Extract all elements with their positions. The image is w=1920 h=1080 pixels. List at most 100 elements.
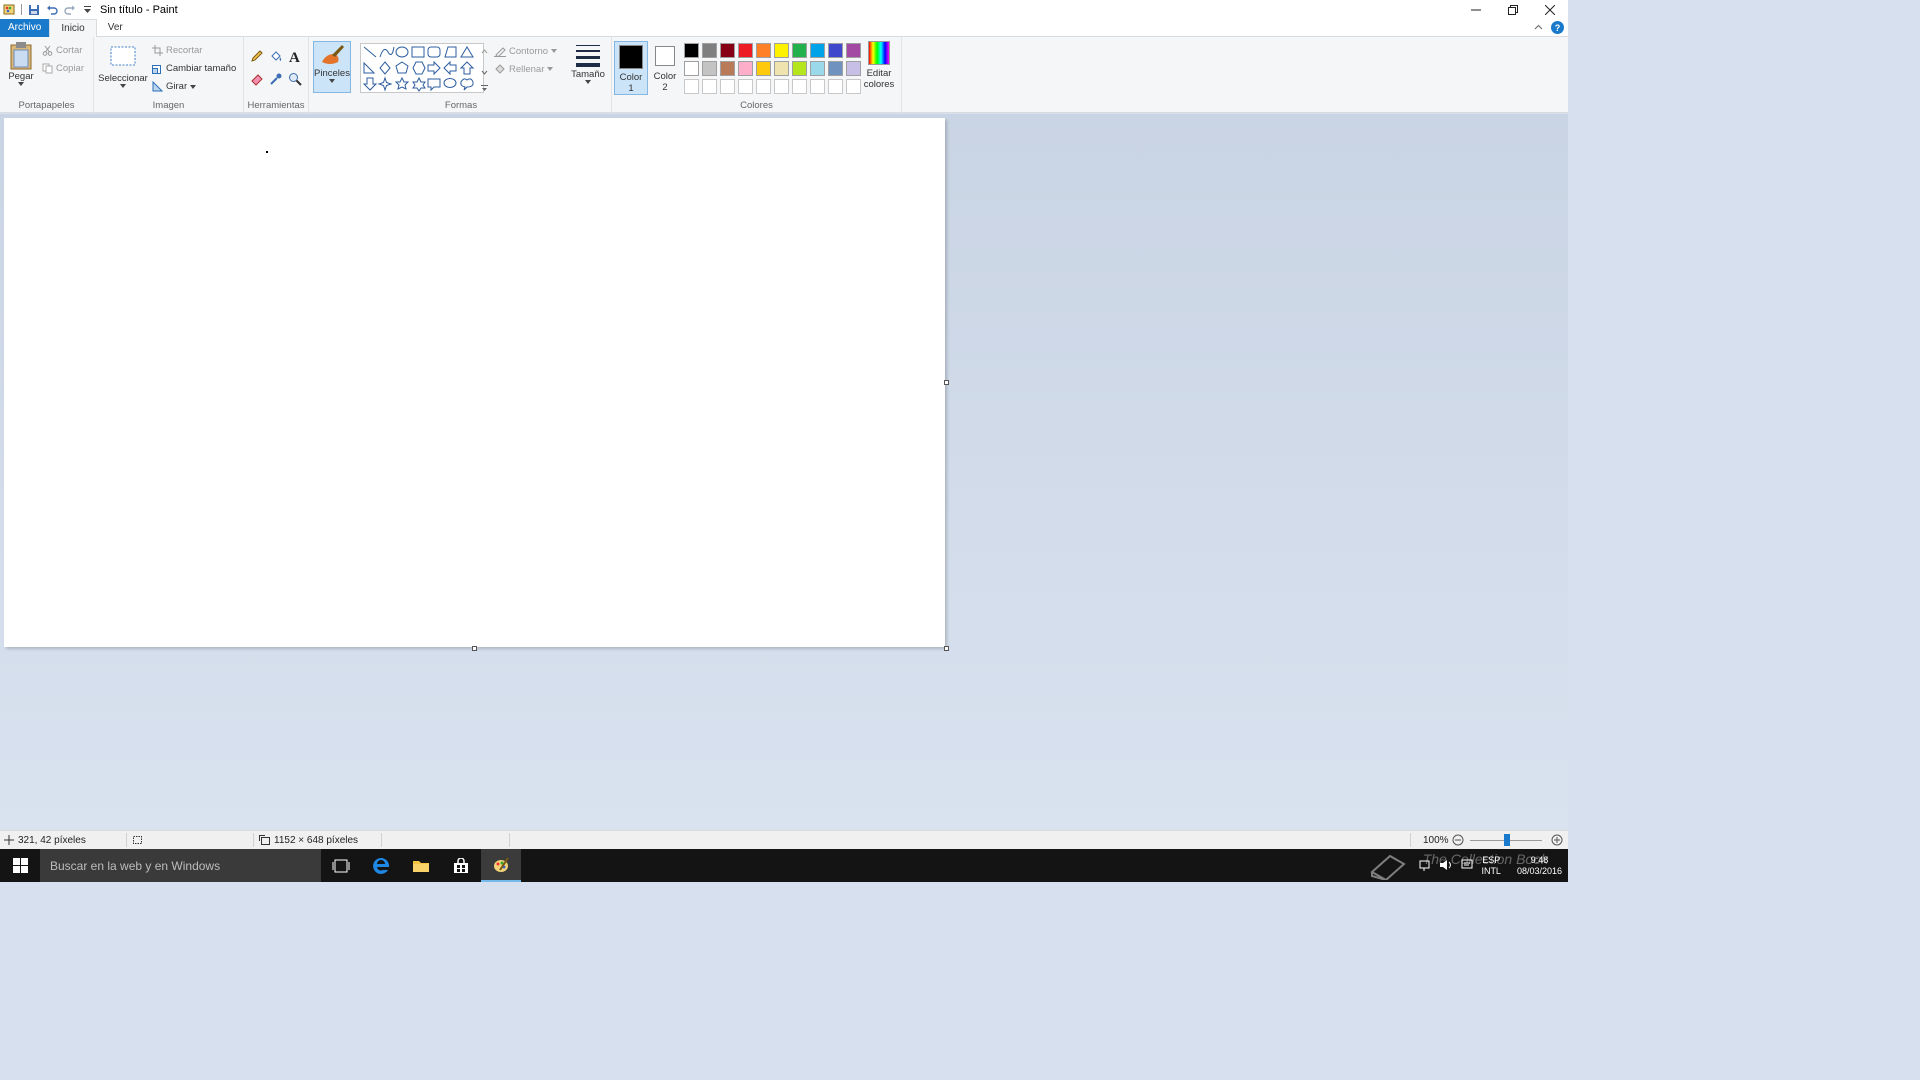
eraser-icon[interactable] [250, 72, 264, 89]
file-explorer-button[interactable] [401, 849, 441, 882]
palette-custom-slot[interactable] [684, 79, 699, 94]
color-palette [684, 43, 862, 95]
palette-custom-slot[interactable] [702, 79, 717, 94]
zoom-in-button[interactable] [1551, 831, 1563, 849]
palette-swatch[interactable] [810, 43, 825, 58]
help-icon[interactable]: ? [1551, 21, 1564, 34]
edit-colors-label-1: Editar [866, 68, 892, 79]
select-label: Seleccionar [98, 73, 148, 84]
task-view-button[interactable] [321, 849, 361, 882]
store-button[interactable] [441, 849, 481, 882]
palette-custom-slot[interactable] [756, 79, 771, 94]
shapes-gallery-icons [362, 46, 475, 92]
rotate-button[interactable]: Girar [152, 81, 197, 92]
palette-custom-slot[interactable] [846, 79, 861, 94]
palette-swatch[interactable] [720, 43, 735, 58]
palette-swatch[interactable] [756, 43, 771, 58]
palette-swatch[interactable] [846, 43, 861, 58]
clipboard-group-label: Portapapeles [18, 100, 75, 111]
zoom-slider[interactable] [1470, 831, 1544, 849]
palette-swatch[interactable] [774, 43, 789, 58]
fill-button[interactable]: Rellenar [494, 63, 554, 75]
customize-toolbar-icon[interactable] [80, 2, 95, 17]
status-divider [1410, 833, 1411, 847]
clipboard-group: Pegar Cortar Copiar Portapapeles [0, 37, 94, 113]
color1-button[interactable]: Color 1 [614, 41, 648, 95]
palette-swatch[interactable] [792, 61, 807, 76]
palette-swatch[interactable] [684, 43, 699, 58]
palette-custom-slot[interactable] [828, 79, 843, 94]
undo-icon[interactable] [44, 2, 59, 17]
color-picker-icon[interactable] [269, 72, 283, 89]
edit-colors-button[interactable]: Editar colores [862, 41, 896, 90]
start-button[interactable] [0, 849, 40, 882]
palette-swatch[interactable] [774, 61, 789, 76]
size-label: Tamaño [571, 69, 605, 80]
resize-handle-right[interactable] [944, 380, 949, 385]
palette-custom-slot[interactable] [792, 79, 807, 94]
outline-button[interactable]: Contorno [494, 45, 558, 57]
palette-swatch[interactable] [828, 43, 843, 58]
palette-custom-slot[interactable] [720, 79, 735, 94]
keyboard-layout: INTL [1481, 865, 1501, 876]
ribbon-right-controls: ? [1534, 21, 1564, 34]
cut-label: Cortar [56, 45, 83, 56]
palette-swatch[interactable] [684, 61, 699, 76]
palette-swatch[interactable] [810, 61, 825, 76]
paste-icon [10, 42, 32, 70]
palette-swatch[interactable] [828, 61, 843, 76]
palette-swatch[interactable] [702, 43, 717, 58]
paste-button[interactable]: Pegar [6, 41, 36, 86]
palette-custom-slot[interactable] [774, 79, 789, 94]
paint-taskbar-button[interactable] [481, 849, 521, 882]
palette-swatch[interactable] [756, 61, 771, 76]
canvas-workspace[interactable] [0, 114, 1568, 830]
resize-button[interactable]: Cambiar tamaño [152, 63, 236, 74]
redo-icon[interactable] [62, 2, 77, 17]
size-button[interactable]: Tamaño [568, 43, 608, 84]
fill-bucket-icon[interactable] [269, 49, 283, 66]
copy-button[interactable]: Copiar [42, 63, 84, 74]
shapes-scroll[interactable] [480, 43, 489, 93]
palette-swatch[interactable] [738, 43, 753, 58]
collapse-ribbon-icon[interactable] [1534, 22, 1543, 33]
resize-handle-bottom[interactable] [472, 646, 477, 651]
resize-handle-corner[interactable] [944, 646, 949, 651]
minimize-button[interactable] [1457, 0, 1494, 19]
text-icon[interactable]: A [288, 49, 302, 66]
crop-button[interactable]: Recortar [152, 45, 202, 56]
palette-custom-slot[interactable] [738, 79, 753, 94]
zoom-out-button[interactable] [1452, 831, 1464, 849]
selection-rectangle-icon [110, 46, 136, 66]
palette-swatch[interactable] [720, 61, 735, 76]
palette-swatch[interactable] [738, 61, 753, 76]
tab-view[interactable]: Ver [97, 19, 134, 37]
palette-swatch[interactable] [846, 61, 861, 76]
status-bar: 321, 42 píxeles 1152 × 648 píxeles 100% [0, 830, 1568, 849]
colors-group: Color 1 Color 2 Editar colores Colores [612, 37, 902, 113]
shapes-gallery[interactable] [360, 43, 484, 93]
paint-app-icon[interactable] [2, 2, 17, 17]
palette-swatch[interactable] [702, 61, 717, 76]
rotate-label: Girar [166, 81, 188, 92]
restore-button[interactable] [1494, 0, 1531, 19]
scissors-icon [42, 45, 53, 56]
close-button[interactable] [1531, 0, 1568, 19]
cut-button[interactable]: Cortar [42, 45, 82, 56]
magnifier-icon[interactable] [288, 72, 302, 89]
tab-home[interactable]: Inicio [49, 18, 97, 38]
tab-file[interactable]: Archivo [0, 18, 50, 37]
palette-custom-slot[interactable] [810, 79, 825, 94]
drawing-canvas[interactable] [4, 118, 945, 647]
image-size-icon [259, 835, 270, 845]
color2-button[interactable]: Color 2 [650, 41, 680, 95]
zoom-out-icon [1452, 834, 1464, 846]
pencil-icon[interactable] [250, 49, 264, 66]
brushes-button[interactable]: Pinceles [313, 41, 351, 93]
zoom-slider-thumb[interactable] [1504, 834, 1510, 846]
save-icon[interactable] [26, 2, 41, 17]
edge-browser-button[interactable] [361, 849, 401, 882]
select-button[interactable]: Seleccionar [98, 45, 148, 88]
palette-swatch[interactable] [792, 43, 807, 58]
search-box[interactable]: Buscar en la web y en Windows [40, 849, 321, 882]
